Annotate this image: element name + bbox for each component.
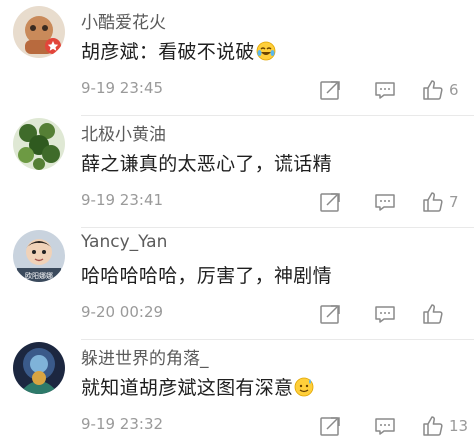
reply-button[interactable] xyxy=(373,302,397,326)
edit-share-icon xyxy=(318,78,342,102)
avatar[interactable]: 欧阳娜娜 xyxy=(13,230,65,282)
comment-text-body: 就知道胡彦斌这图有深意 xyxy=(81,377,294,399)
like-count: 7 xyxy=(449,193,459,211)
thumbs-up-icon xyxy=(421,190,445,214)
edit-share-icon xyxy=(318,302,342,326)
comment-item: 躲进世界的角落_ 就知道胡彦斌这图有深意 9-19 23:32 13 xyxy=(0,340,474,448)
svg-text:欧阳娜娜: 欧阳娜娜 xyxy=(25,271,53,280)
comment-bubble-icon xyxy=(373,78,397,102)
comment-item: 小酷爱花火 胡彦斌：看破不说破 9-19 23:45 6 xyxy=(0,4,474,116)
sweat-smile-emoji-icon xyxy=(294,377,314,402)
repost-button[interactable] xyxy=(318,190,342,214)
thumbs-up-icon xyxy=(421,414,445,438)
timestamp: 9-20 00:29 xyxy=(81,303,164,321)
avatar[interactable] xyxy=(13,118,65,170)
like-button[interactable] xyxy=(421,78,445,102)
comment-bubble-icon xyxy=(373,302,397,326)
repost-button[interactable] xyxy=(318,78,342,102)
thumbs-up-icon xyxy=(421,78,445,102)
avatar[interactable] xyxy=(13,6,65,58)
comment-text: 就知道胡彦斌这图有深意 xyxy=(81,373,314,402)
username[interactable]: Yancy_Yan xyxy=(81,232,167,252)
comment-item: 欧阳娜娜 Yancy_Yan 哈哈哈哈哈，厉害了，神剧情 9-20 00:29 xyxy=(0,228,474,340)
comment-bubble-icon xyxy=(373,190,397,214)
username[interactable]: 小酷爱花火 xyxy=(81,8,166,33)
username[interactable]: 北极小黄油 xyxy=(81,120,166,145)
like-count: 13 xyxy=(449,417,469,435)
comment-text-body: 胡彦斌：看破不说破 xyxy=(81,41,255,63)
timestamp: 9-19 23:32 xyxy=(81,415,164,433)
thumbs-up-icon xyxy=(421,302,445,326)
edit-share-icon xyxy=(318,190,342,214)
comment-text: 薛之谦真的太恶心了，谎话精 xyxy=(81,153,332,175)
like-count: 6 xyxy=(449,81,459,99)
laughing-tears-emoji-icon xyxy=(256,41,276,66)
edit-share-icon xyxy=(318,414,342,438)
reply-button[interactable] xyxy=(373,78,397,102)
like-button[interactable] xyxy=(421,302,445,326)
repost-button[interactable] xyxy=(318,414,342,438)
avatar[interactable] xyxy=(13,342,65,394)
reply-button[interactable] xyxy=(373,190,397,214)
comment-bubble-icon xyxy=(373,414,397,438)
reply-button[interactable] xyxy=(373,414,397,438)
username[interactable]: 躲进世界的角落_ xyxy=(81,344,209,369)
comment-item: 北极小黄油 薛之谦真的太恶心了，谎话精 9-19 23:41 7 xyxy=(0,116,474,228)
repost-button[interactable] xyxy=(318,302,342,326)
like-button[interactable] xyxy=(421,190,445,214)
comment-text: 哈哈哈哈哈，厉害了，神剧情 xyxy=(81,265,332,287)
timestamp: 9-19 23:45 xyxy=(81,79,164,97)
like-button[interactable] xyxy=(421,414,445,438)
comment-text: 胡彦斌：看破不说破 xyxy=(81,37,276,66)
timestamp: 9-19 23:41 xyxy=(81,191,164,209)
